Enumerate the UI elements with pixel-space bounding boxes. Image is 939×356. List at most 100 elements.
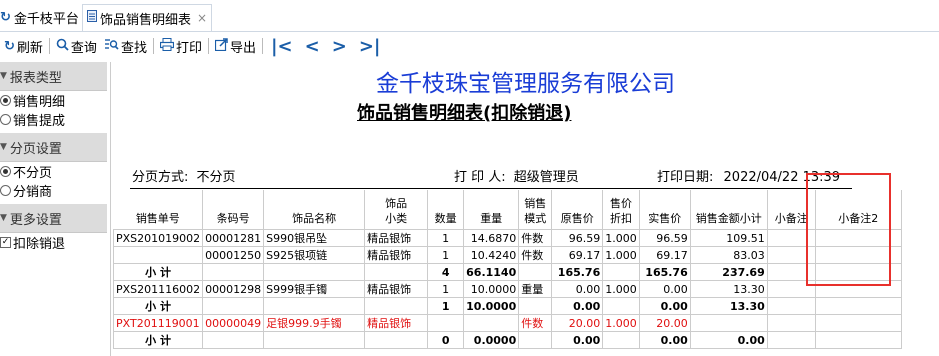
prev-page-icon[interactable]: < <box>299 36 326 57</box>
table-cell <box>427 314 465 332</box>
table-cell: 165.76 <box>638 263 691 281</box>
find-button[interactable]: 查找 <box>101 32 151 60</box>
query-button[interactable]: 查询 <box>52 32 101 60</box>
table-cell: 精品银饰 <box>364 229 429 247</box>
option-deduct-returns[interactable]: ✓ 扣除销退 <box>0 233 107 252</box>
table-cell: 00001298 <box>202 280 265 298</box>
close-icon[interactable]: × <box>197 11 207 25</box>
refresh-button[interactable]: ↻ 刷新 <box>0 32 47 60</box>
table-cell: 1 <box>427 246 465 264</box>
option-distributor[interactable]: 分销商 <box>0 181 107 200</box>
radio-selected-icon[interactable] <box>0 95 11 106</box>
table-row: PXS201116002 00001298 S999银手镯 精品银饰 1 10.0000 重… <box>112 280 902 298</box>
table-cell: 00000049 <box>202 314 265 332</box>
table-header: 销售单号 条码号 饰品名称 饰品 小类 数量 重量 销售 模式 原售价 售价 折… <box>113 190 902 230</box>
option-sales-commission[interactable]: 销售提成 <box>0 110 107 129</box>
table-cell <box>263 297 366 315</box>
option-sales-detail[interactable]: 销售明细 <box>0 91 107 110</box>
table-cell: 1 <box>427 229 465 247</box>
table-cell <box>814 297 902 315</box>
table-cell: 66.1140 <box>463 263 520 281</box>
toolbar: ↻ 刷新 查询 查找 打印 导出 |< < > >| <box>0 32 939 60</box>
paging-value: 不分页 <box>196 170 236 185</box>
table-cell: 件数 <box>518 229 553 247</box>
document-icon <box>87 10 97 26</box>
table-cell: 1.000 <box>602 246 640 264</box>
report-type-header[interactable]: ▼ 报表类型 <box>0 62 107 91</box>
print-label: 打印 <box>175 40 202 56</box>
tab-platform[interactable]: ↻ 金千枝平台 <box>0 4 79 30</box>
table-cell: PXS201019002 <box>112 229 204 247</box>
subtotal-row: 小 计 1 10.0000 0.00 0.00 13.30 <box>112 297 902 315</box>
table-cell: 1 <box>427 280 465 298</box>
section-title: 分页设置 <box>9 141 62 157</box>
radio-icon[interactable] <box>0 114 11 125</box>
table-cell <box>202 263 265 281</box>
radio-selected-icon[interactable] <box>0 166 11 177</box>
table-cell <box>766 331 816 349</box>
table-cell <box>814 331 902 349</box>
export-button[interactable]: 导出 <box>211 32 260 60</box>
option-label: 不分页 <box>13 166 53 181</box>
refresh-icon: ↻ <box>0 9 11 25</box>
table-cell: 69.17 <box>638 246 691 264</box>
tab-sales-detail[interactable]: 饰品销售明细表 × <box>82 4 213 31</box>
option-label: 分销商 <box>13 185 53 200</box>
divider <box>261 38 263 54</box>
radio-icon[interactable] <box>0 185 11 196</box>
tab-label: 金千枝平台 <box>13 11 79 27</box>
table-cell: 96.59 <box>638 229 691 247</box>
table-cell <box>112 246 204 264</box>
divider <box>48 38 50 54</box>
sales-detail-table: 销售单号 条码号 饰品名称 饰品 小类 数量 重量 销售 模式 原售价 售价 折… <box>112 190 902 349</box>
table-cell: 小 计 <box>112 297 204 315</box>
table-cell <box>766 297 816 315</box>
table-cell: 0.00 <box>551 280 604 298</box>
first-page-icon[interactable]: |< <box>265 36 299 57</box>
table-cell: 0.00 <box>638 297 691 315</box>
col-header: 条码号 <box>202 190 265 230</box>
settings-sidebar: ▼ 报表类型 销售明细 销售提成 ▼ 分页设置 不分页 分销商 ▼ 更多设置 ✓… <box>0 62 107 356</box>
table-cell: 足银999.9手镯 <box>263 314 366 332</box>
option-label: 销售提成 <box>13 114 66 129</box>
next-page-icon[interactable]: > <box>326 36 353 57</box>
paging-label: 分页方式: <box>132 170 189 185</box>
checkbox-checked-icon[interactable]: ✓ <box>0 237 11 248</box>
col-header: 销售 模式 <box>518 190 553 230</box>
table-cell <box>602 331 640 349</box>
table-cell: 0.00 <box>638 331 691 349</box>
divider <box>152 38 154 54</box>
col-header: 销售单号 <box>113 190 204 230</box>
more-settings-header[interactable]: ▼ 更多设置 <box>0 204 107 233</box>
col-header: 售价 折扣 <box>602 190 640 230</box>
subtotal-row: 小 计 4 66.1140 165.76 165.76 237.69 <box>112 263 902 281</box>
company-title: 金千枝珠宝管理服务有限公司 <box>376 71 675 97</box>
table-cell: 1.000 <box>602 280 640 298</box>
table-cell: 109.51 <box>689 229 768 247</box>
table-cell: 小 计 <box>112 263 204 281</box>
table-cell: 13.30 <box>689 297 768 315</box>
table-cell: 1 <box>427 297 465 315</box>
paging-header[interactable]: ▼ 分页设置 <box>0 133 107 162</box>
table-cell <box>814 314 902 332</box>
option-no-paging[interactable]: 不分页 <box>0 162 107 181</box>
refresh-icon: ↻ <box>4 38 15 54</box>
table-cell: 14.6870 <box>463 229 520 247</box>
section-title: 报表类型 <box>9 70 62 86</box>
subtotal-row: 小 计 0 0.0000 0.00 0.00 0.00 <box>112 331 902 349</box>
table-cell: 10.0000 <box>463 280 520 298</box>
table-cell: 精品银饰 <box>364 246 429 264</box>
table-cell <box>602 263 640 281</box>
section-title: 更多设置 <box>9 212 62 228</box>
query-label: 查询 <box>70 40 97 56</box>
table-cell: 0.00 <box>689 331 768 349</box>
table-cell: 重量 <box>518 280 553 298</box>
tab-bar: ↻ 金千枝平台 饰品销售明细表 × <box>0 0 939 32</box>
table-cell: 精品银饰 <box>364 280 429 298</box>
option-label: 销售明细 <box>13 95 66 110</box>
print-button[interactable]: 打印 <box>156 32 206 60</box>
table-cell: 0.00 <box>551 331 604 349</box>
report-title: 饰品销售明细表(扣除销退) <box>357 103 572 124</box>
table-cell: 0.00 <box>638 280 691 298</box>
last-page-icon[interactable]: >| <box>353 36 387 57</box>
